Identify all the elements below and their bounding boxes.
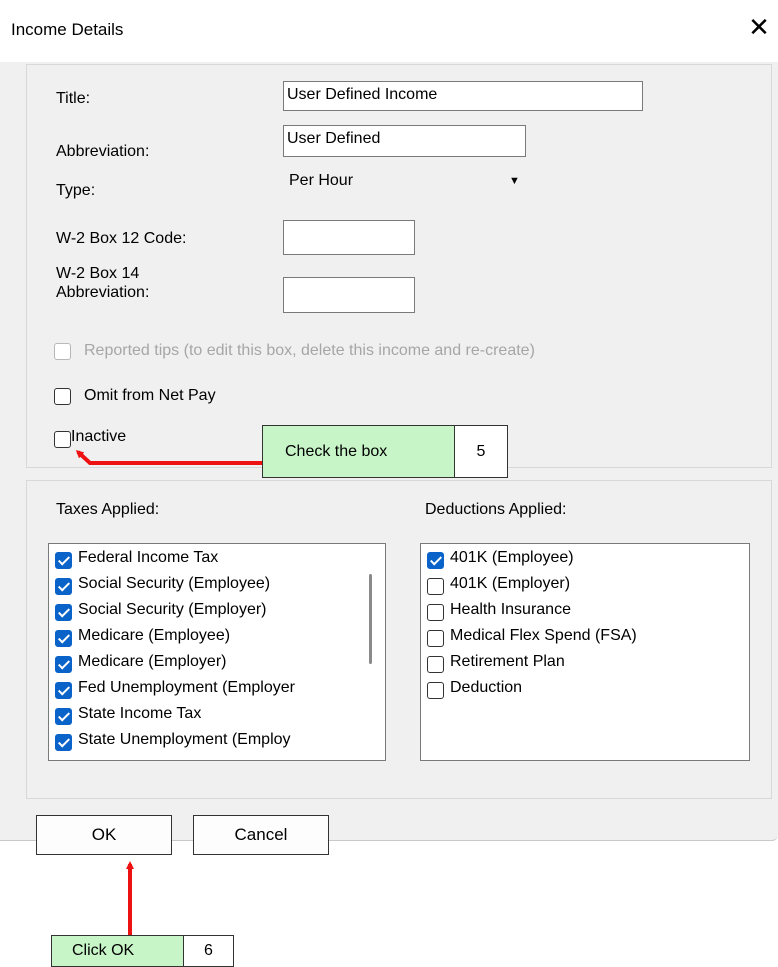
step6-number: 6 — [183, 935, 234, 967]
annotation-arrows — [75, 449, 262, 935]
arrow-to-inactive — [75, 449, 262, 465]
step5-callout: Check the box — [262, 425, 455, 478]
step5-number: 5 — [454, 425, 508, 478]
step6-callout: Click OK — [51, 935, 184, 967]
